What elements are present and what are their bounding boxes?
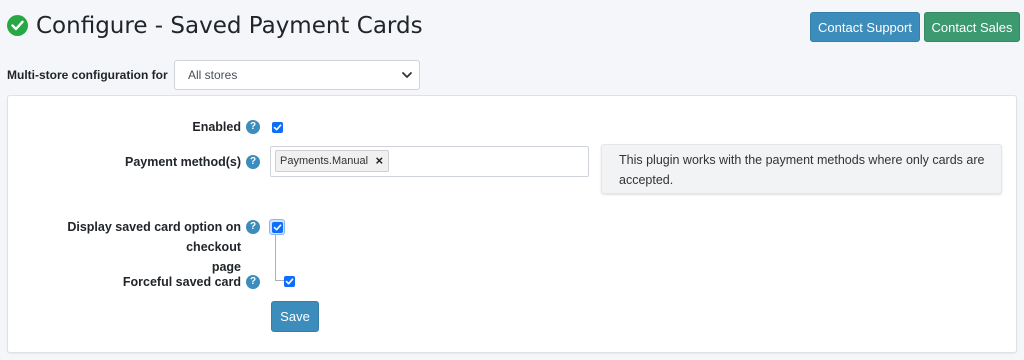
- contact-support-button[interactable]: Contact Support: [810, 12, 920, 42]
- check-circle-icon: [7, 15, 28, 36]
- display-saved-card-checkbox[interactable]: [272, 222, 283, 233]
- forceful-saved-card-label: Forceful saved card: [122, 275, 241, 289]
- dependency-connector: [275, 233, 285, 281]
- store-select-value: All stores: [188, 68, 238, 82]
- payment-methods-label: Payment method(s): [125, 155, 241, 169]
- question-circle-icon[interactable]: ?: [246, 275, 260, 289]
- payment-methods-input[interactable]: Payments.Manual ×: [270, 146, 589, 177]
- question-circle-icon[interactable]: ?: [246, 155, 260, 169]
- save-button[interactable]: Save: [271, 301, 319, 332]
- chevron-down-icon: [402, 72, 412, 78]
- enabled-label: Enabled: [192, 120, 241, 134]
- page: Configure - Saved Payment Cards Contact …: [0, 0, 1024, 360]
- forceful-saved-card-checkbox[interactable]: [284, 276, 295, 287]
- store-config-label: Multi-store configuration for: [7, 68, 168, 82]
- info-message: This plugin works with the payment metho…: [601, 144, 1002, 194]
- page-header: Configure - Saved Payment Cards Contact …: [0, 0, 1024, 52]
- payment-method-tag: Payments.Manual ×: [275, 150, 390, 172]
- close-icon[interactable]: ×: [375, 151, 383, 171]
- payment-method-tag-label: Payments.Manual: [280, 155, 369, 167]
- contact-sales-button[interactable]: Contact Sales: [924, 12, 1020, 42]
- question-circle-icon[interactable]: ?: [246, 120, 260, 134]
- store-select[interactable]: All stores: [174, 60, 420, 90]
- display-saved-card-label: Display saved card option on checkout pa…: [14, 217, 241, 277]
- display-saved-card-label-line1: Display saved card option on checkout: [67, 220, 241, 254]
- question-circle-icon[interactable]: ?: [246, 220, 260, 234]
- page-title: Configure - Saved Payment Cards: [36, 13, 423, 39]
- enabled-checkbox[interactable]: [272, 122, 283, 133]
